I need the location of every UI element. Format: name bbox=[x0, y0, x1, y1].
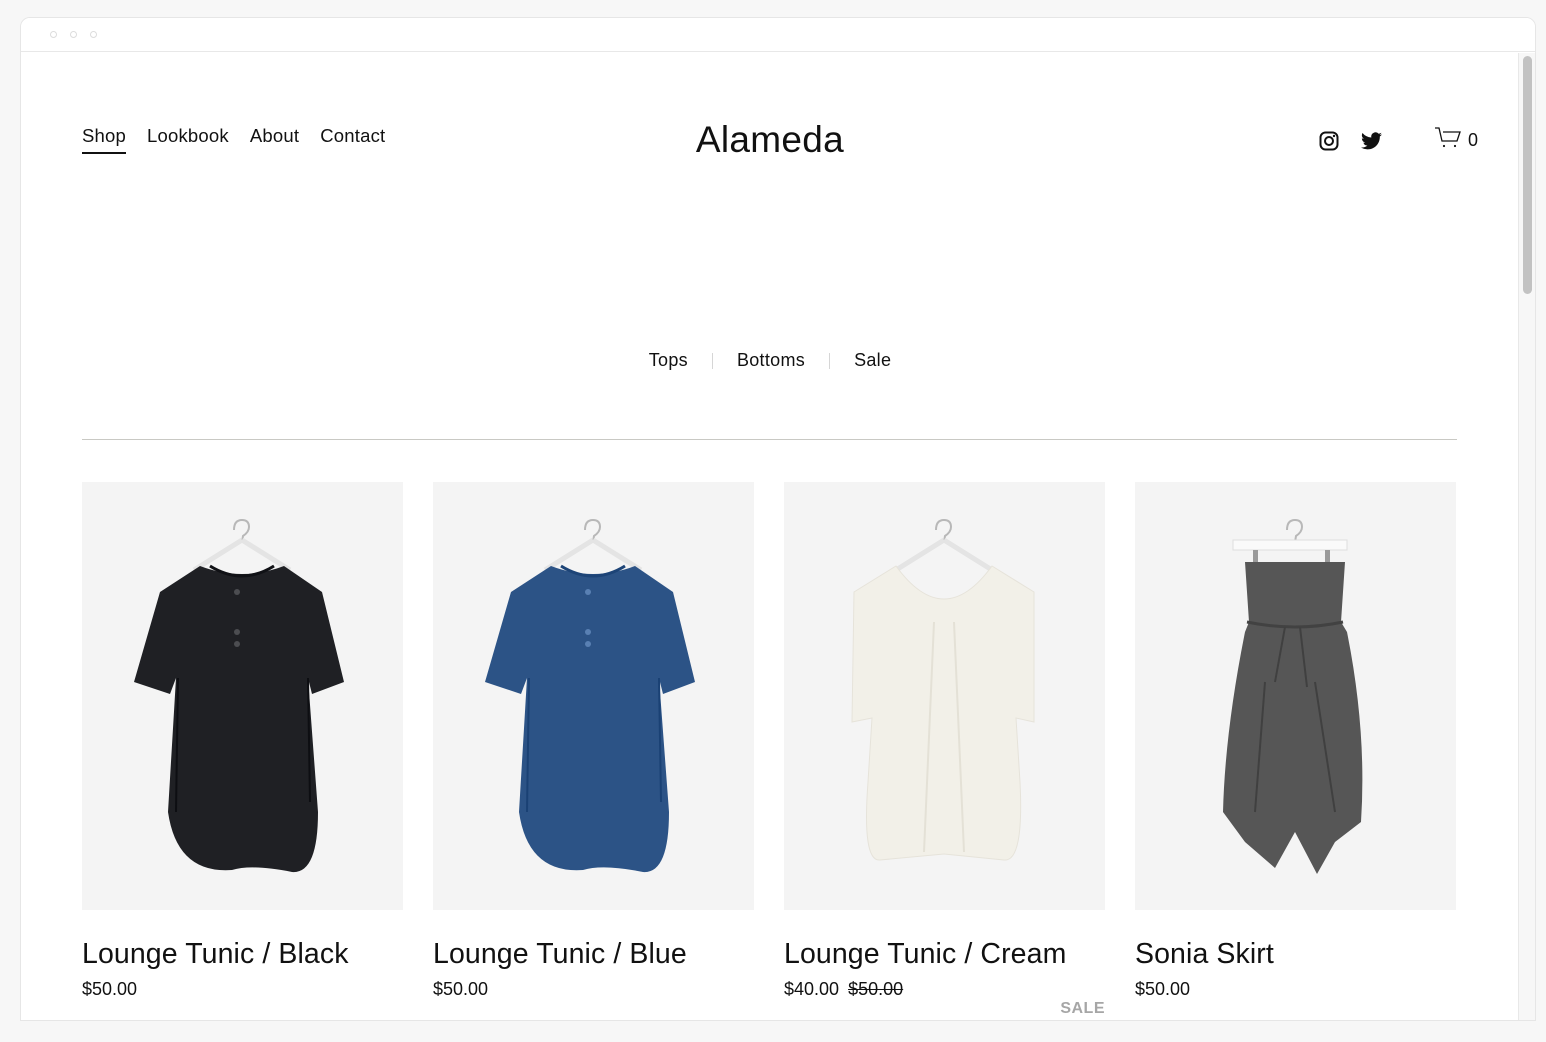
minimize-window-button[interactable] bbox=[70, 31, 77, 38]
product-image[interactable] bbox=[1135, 482, 1456, 910]
skirt-image bbox=[1223, 518, 1363, 874]
product-image[interactable] bbox=[82, 482, 403, 910]
category-tops[interactable]: Tops bbox=[649, 350, 688, 371]
sale-badge: SALE bbox=[1060, 1000, 1105, 1017]
tunic-image bbox=[485, 518, 695, 873]
close-window-button[interactable] bbox=[50, 31, 57, 38]
section-divider bbox=[82, 439, 1457, 440]
category-sale[interactable]: Sale bbox=[854, 350, 891, 371]
current-price: $50.00 bbox=[82, 979, 138, 999]
category-bottoms[interactable]: Bottoms bbox=[737, 350, 805, 371]
site-logo[interactable]: Alameda bbox=[21, 119, 1519, 161]
instagram-icon[interactable] bbox=[1319, 131, 1339, 151]
cart-icon bbox=[1434, 127, 1462, 154]
category-separator bbox=[829, 352, 831, 369]
hanger-arm bbox=[543, 537, 643, 573]
browser-window: Shop Lookbook About Contact Alameda 0 To… bbox=[20, 17, 1536, 1021]
hanger-hook bbox=[935, 518, 953, 543]
garment-button bbox=[234, 629, 240, 635]
product-image[interactable] bbox=[433, 482, 754, 910]
hanger-bar bbox=[1232, 539, 1348, 551]
cart-button[interactable]: 0 bbox=[1434, 127, 1478, 154]
garment-button bbox=[234, 641, 240, 647]
twitter-icon[interactable] bbox=[1360, 131, 1382, 150]
garment-button bbox=[585, 589, 591, 595]
page-content: Shop Lookbook About Contact Alameda 0 To… bbox=[21, 53, 1519, 1020]
garment-body bbox=[134, 566, 344, 873]
product-price: $50.00 bbox=[1135, 979, 1456, 1000]
garment-body bbox=[485, 566, 695, 873]
scrollbar[interactable] bbox=[1518, 53, 1535, 1020]
category-nav: Tops Bottoms Sale bbox=[21, 350, 1519, 371]
garment-body bbox=[1223, 562, 1363, 874]
category-separator bbox=[711, 352, 713, 369]
current-price: $50.00 bbox=[433, 979, 489, 999]
hanger-hook bbox=[1286, 518, 1304, 543]
title-bar bbox=[21, 18, 1535, 52]
product-card[interactable]: Lounge Tunic / Blue $50.00 bbox=[433, 482, 754, 1000]
hanger-hook bbox=[233, 518, 251, 543]
current-price: $50.00 bbox=[1135, 979, 1191, 999]
hanger-hook bbox=[584, 518, 602, 543]
hanger-clip bbox=[1325, 550, 1330, 562]
maximize-window-button[interactable] bbox=[90, 31, 97, 38]
dress-image bbox=[851, 518, 1035, 861]
product-image[interactable] bbox=[784, 482, 1105, 910]
product-title[interactable]: Lounge Tunic / Blue bbox=[433, 938, 754, 971]
garment-button bbox=[234, 589, 240, 595]
product-card[interactable]: Lounge Tunic / Cream $40.00 $50.00 SALE bbox=[784, 482, 1105, 1017]
product-price: $40.00 $50.00 bbox=[784, 979, 1105, 1000]
product-card[interactable]: Lounge Tunic / Black $50.00 bbox=[82, 482, 403, 1000]
product-title[interactable]: Sonia Skirt bbox=[1135, 938, 1456, 971]
hanger-clip bbox=[1253, 550, 1258, 562]
hanger-arm bbox=[192, 537, 292, 573]
original-price: $50.00 bbox=[848, 979, 904, 999]
tunic-image bbox=[134, 518, 344, 873]
product-price: $50.00 bbox=[82, 979, 403, 1000]
product-card[interactable]: Sonia Skirt $50.00 bbox=[1135, 482, 1456, 1000]
garment-button bbox=[585, 641, 591, 647]
current-price: $40.00 bbox=[784, 979, 840, 999]
garment-button bbox=[585, 629, 591, 635]
product-title[interactable]: Lounge Tunic / Cream bbox=[784, 938, 1105, 971]
header-actions: 0 bbox=[1319, 127, 1478, 154]
scrollbar-thumb[interactable] bbox=[1523, 56, 1532, 294]
product-price: $50.00 bbox=[433, 979, 754, 1000]
garment-body bbox=[851, 565, 1035, 861]
hanger-arm bbox=[894, 537, 994, 573]
product-title[interactable]: Lounge Tunic / Black bbox=[82, 938, 403, 971]
product-grid: Lounge Tunic / Black $50.00 Lounge Tunic… bbox=[82, 482, 1457, 1017]
cart-count: 0 bbox=[1467, 130, 1478, 150]
